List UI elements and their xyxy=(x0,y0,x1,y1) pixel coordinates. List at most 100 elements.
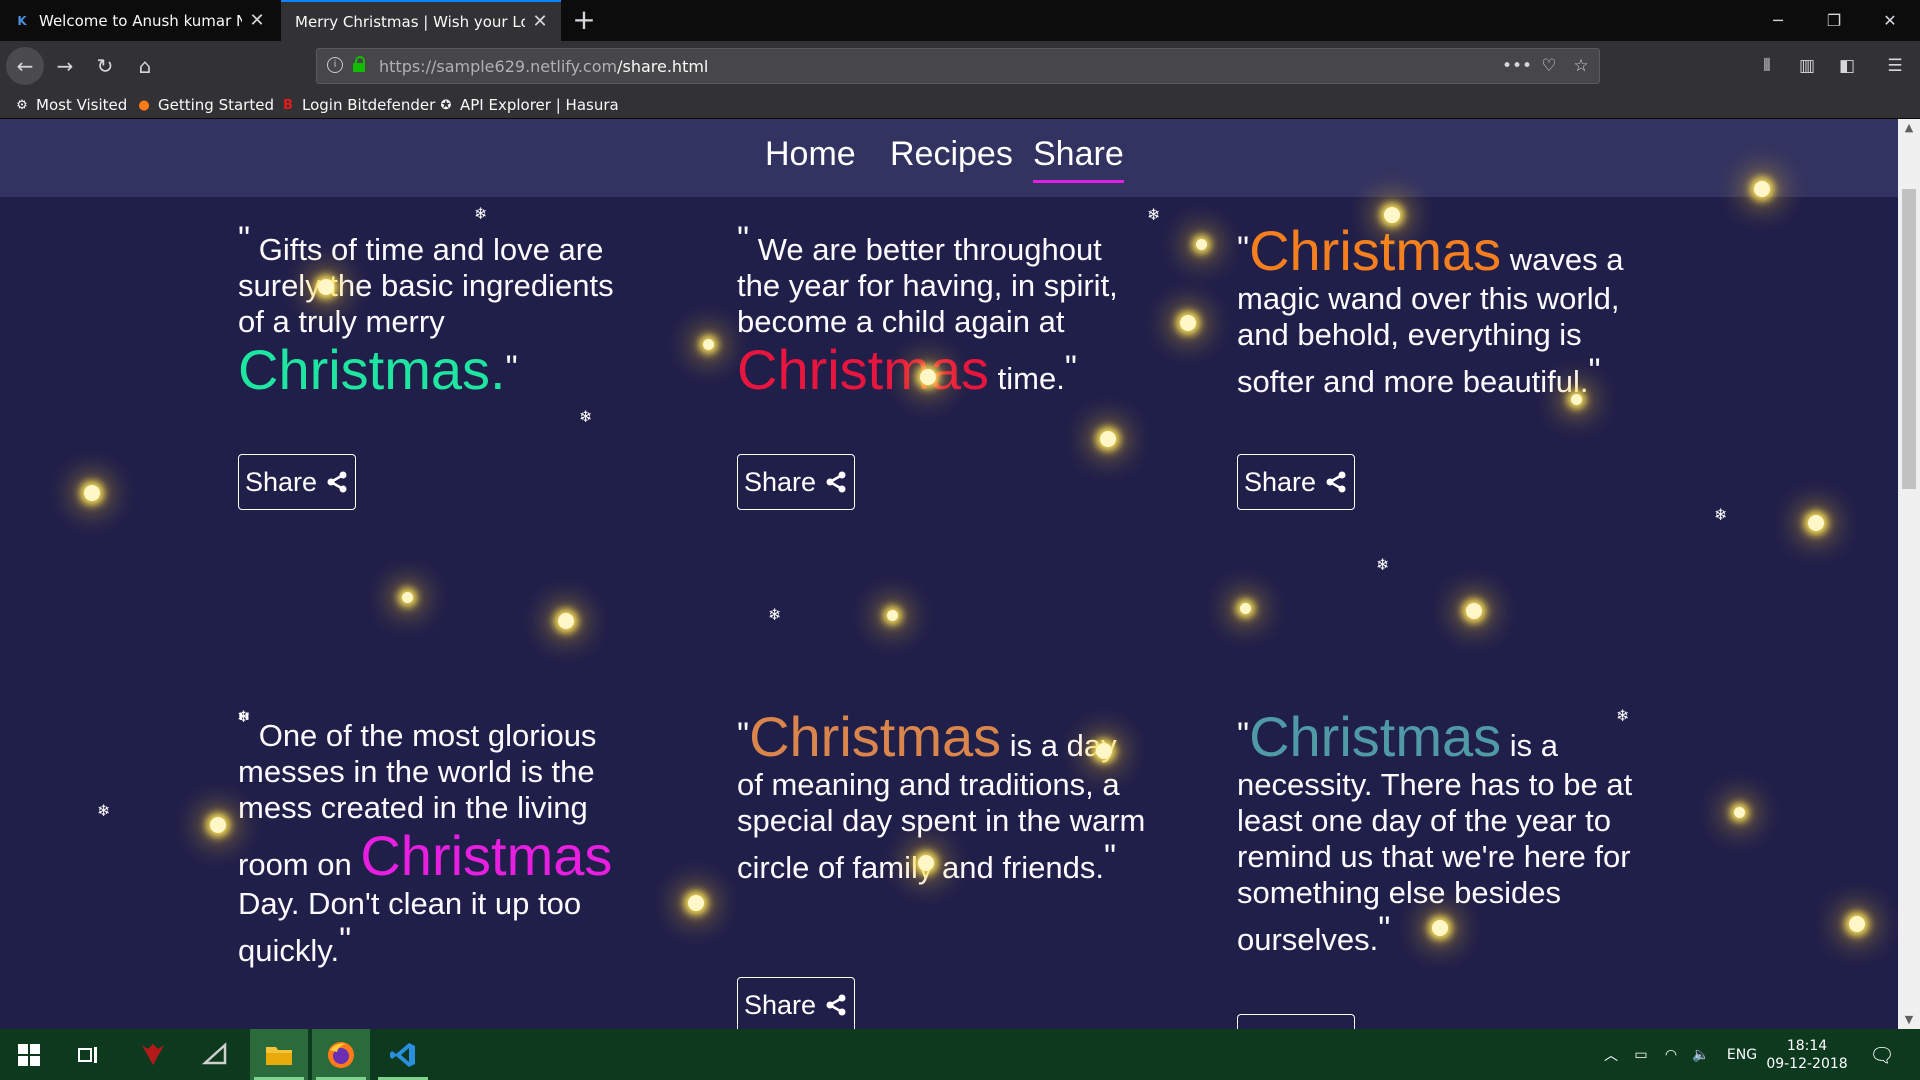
glow-light xyxy=(318,279,334,295)
scroll-down-arrow-icon[interactable]: ▼ xyxy=(1898,1011,1920,1029)
share-button-1[interactable]: Share xyxy=(238,454,356,510)
glow-light xyxy=(688,895,704,911)
snowflake-icon: ❄ xyxy=(1714,505,1728,524)
menu-icon[interactable]: ☰ xyxy=(1882,53,1908,79)
battery-icon[interactable]: ▭ xyxy=(1628,1029,1654,1080)
snowflake-icon: ❄ xyxy=(97,801,111,820)
nav-share[interactable]: Share xyxy=(1033,135,1124,183)
language-indicator[interactable]: ENG xyxy=(1722,1029,1762,1080)
bookmark-most-visited[interactable]: ⚙ Most Visited xyxy=(14,95,127,115)
reload-icon[interactable]: ↻ xyxy=(86,47,124,85)
bookmarks-toolbar: ⚙ Most Visited ● Getting Started B Login Bi… xyxy=(0,91,1920,119)
gear-icon: ⚙ xyxy=(16,97,28,113)
url-bar[interactable]: i https://sample629.netlify.com/share.ht… xyxy=(316,48,1600,84)
sidebar-icon[interactable]: ▥ xyxy=(1794,53,1820,79)
info-icon[interactable]: i xyxy=(327,57,343,73)
site-nav: Home Recipes Share xyxy=(0,119,1898,197)
firefox-taskbar-icon[interactable] xyxy=(312,1029,370,1080)
scroll-up-arrow-icon[interactable]: ▲ xyxy=(1898,119,1920,137)
quote-highlight: Christmas xyxy=(360,824,613,887)
glow-light xyxy=(1196,239,1207,250)
share-icon xyxy=(327,471,347,493)
share-button-6[interactable] xyxy=(1237,1014,1355,1029)
url-text[interactable]: https://sample629.netlify.com/share.html xyxy=(379,57,708,76)
nav-home[interactable]: Home xyxy=(765,135,856,180)
browser-tab-1[interactable]: K Welcome to Anush kumar N's p ✕ xyxy=(0,0,278,41)
scroll-thumb[interactable] xyxy=(1902,189,1916,489)
close-window-icon[interactable]: ✕ xyxy=(1862,0,1918,41)
restore-icon[interactable]: ❐ xyxy=(1806,0,1862,41)
lock-icon xyxy=(353,56,365,72)
minimize-icon[interactable]: ─ xyxy=(1750,0,1806,41)
share-icon xyxy=(826,994,846,1016)
file-explorer-icon[interactable] xyxy=(250,1029,308,1080)
quote-highlight: Christmas xyxy=(737,338,990,401)
glow-light xyxy=(1180,315,1196,331)
glow-light xyxy=(1432,920,1448,936)
library-icon[interactable]: ⫴ xyxy=(1754,53,1780,79)
snowflake-icon: ❄ xyxy=(1376,555,1390,574)
quote-card-5: "Christmas is a day of meaning and tradi… xyxy=(737,705,1146,886)
quote-text: time. xyxy=(997,361,1065,396)
snowflake-icon: ❄ xyxy=(768,605,782,624)
snowflake-icon: ❄ xyxy=(1616,706,1630,725)
bookmark-getting-started[interactable]: ● Getting Started xyxy=(136,95,274,115)
glow-light xyxy=(920,369,936,385)
vscode-icon[interactable] xyxy=(374,1029,432,1080)
glow-light xyxy=(703,339,714,350)
volume-icon[interactable]: 🔈 xyxy=(1688,1029,1714,1080)
share-button-2[interactable]: Share xyxy=(737,454,855,510)
back-arrow-icon[interactable]: ← xyxy=(6,47,44,85)
bookmark-hasura[interactable]: ✪ API Explorer | Hasura xyxy=(438,95,619,115)
new-tab-plus-icon[interactable]: + xyxy=(570,4,598,36)
glow-light xyxy=(402,592,413,603)
glow-light xyxy=(558,613,574,629)
quote-text: Day. Don't clean it up too quickly. xyxy=(238,886,582,968)
hasura-icon: ✪ xyxy=(440,97,452,113)
glow-light xyxy=(1849,916,1865,932)
share-button-5[interactable]: Share xyxy=(737,977,855,1029)
windows-start-icon[interactable] xyxy=(0,1029,58,1080)
notification-center-icon[interactable]: 🗨 xyxy=(1860,1029,1904,1080)
snowflake-icon: ❄ xyxy=(1147,205,1161,224)
share-icon xyxy=(1326,471,1346,493)
page-scrollbar[interactable]: ▲ ▼ xyxy=(1898,119,1920,1029)
bookmark-bitdefender[interactable]: B Login Bitdefender xyxy=(280,95,435,115)
quote-highlight: Christmas xyxy=(1249,705,1502,768)
glow-light xyxy=(918,855,934,871)
firefox-icon: ● xyxy=(138,97,150,113)
extension-icon[interactable]: ◧ xyxy=(1834,53,1860,79)
quote-card-1: " Gifts of time and love are surely the … xyxy=(238,220,614,401)
wifi-icon[interactable]: ◠ xyxy=(1658,1029,1684,1080)
glow-light xyxy=(210,817,226,833)
quote-highlight: Christmas xyxy=(1249,219,1502,282)
quote-text: We are better throughout the year for ha… xyxy=(737,232,1118,339)
nav-recipes[interactable]: Recipes xyxy=(890,135,1013,180)
show-hidden-icons-chevron-icon[interactable]: ︿ xyxy=(1598,1029,1624,1080)
pocket-icon[interactable]: ♡ xyxy=(1537,54,1561,78)
share-button-3[interactable]: Share xyxy=(1237,454,1355,510)
quote-card-4: " One of the most glorious messes in the… xyxy=(238,706,613,968)
tab-title: Merry Christmas | Wish your Loved xyxy=(295,12,525,31)
windows-taskbar: ︿ ▭ ◠ 🔈 ENG 18:14 09-12-2018 🗨 xyxy=(0,1029,1920,1080)
glow-light xyxy=(84,485,100,501)
predator-sense-icon[interactable] xyxy=(124,1029,182,1080)
close-tab-icon[interactable]: ✕ xyxy=(531,11,549,32)
page-actions-icon[interactable]: ••• xyxy=(1502,54,1532,78)
clock[interactable]: 18:14 09-12-2018 xyxy=(1762,1029,1852,1080)
tab-strip: K Welcome to Anush kumar N's p ✕ Merry C… xyxy=(0,0,1920,41)
task-view-icon[interactable] xyxy=(60,1029,118,1080)
close-tab-icon[interactable]: ✕ xyxy=(248,10,266,31)
nvidia-experience-icon[interactable] xyxy=(186,1029,244,1080)
quote-card-2: " We are better throughout the year for … xyxy=(737,220,1118,401)
forward-arrow-icon[interactable]: → xyxy=(46,47,84,85)
glow-light xyxy=(1808,515,1824,531)
browser-tab-2[interactable]: Merry Christmas | Wish your Loved ✕ xyxy=(281,0,561,41)
navigation-toolbar: ← → ↻ ⌂ i https://sample629.netlify.com/… xyxy=(0,41,1920,91)
glow-light xyxy=(1240,603,1251,614)
home-icon[interactable]: ⌂ xyxy=(126,47,164,85)
bitdefender-icon: B xyxy=(283,97,293,113)
page-viewport: Home Recipes Share " Gifts of time and l… xyxy=(0,119,1898,1029)
glow-light xyxy=(1096,743,1112,759)
bookmark-star-icon[interactable]: ☆ xyxy=(1569,54,1593,78)
